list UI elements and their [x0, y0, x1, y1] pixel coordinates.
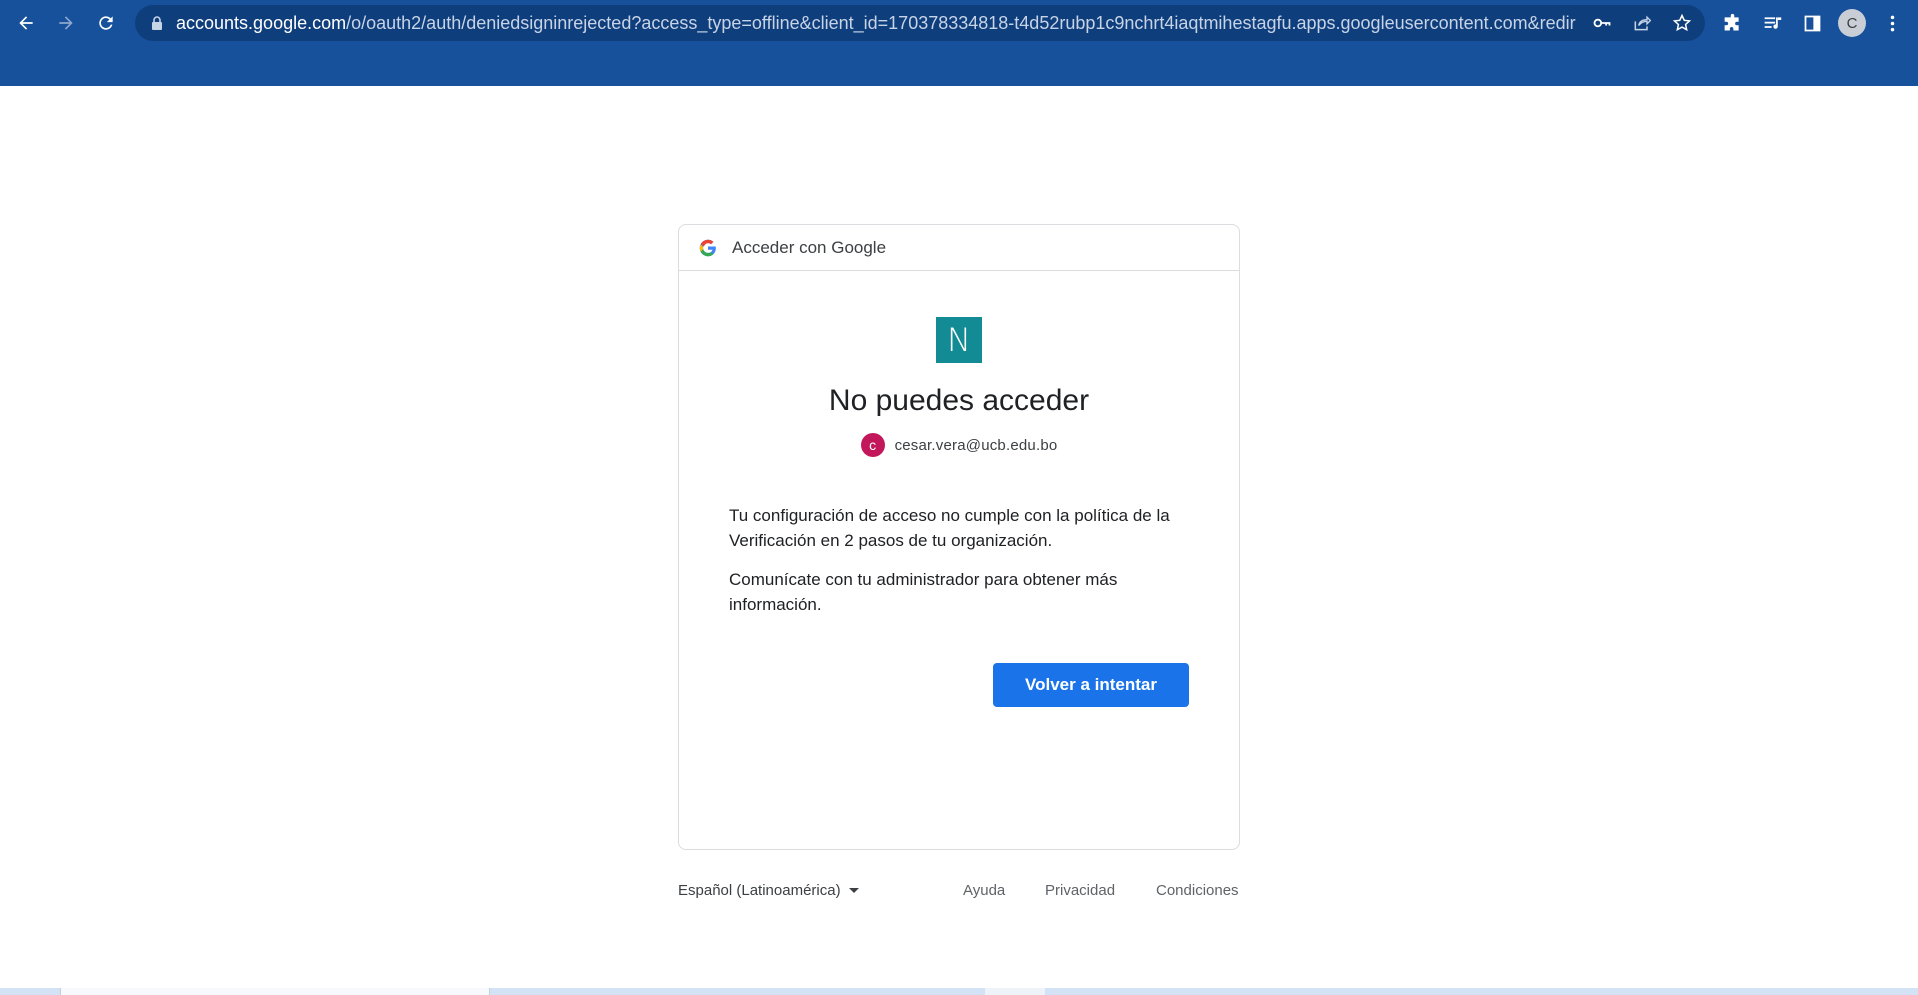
- back-icon[interactable]: [11, 8, 41, 38]
- reload-icon[interactable]: [91, 8, 121, 38]
- footer: Español (Latinoamérica) Ayuda Privacidad…: [678, 876, 1240, 906]
- account-chip[interactable]: c cesar.vera@ucb.edu.bo: [679, 433, 1239, 457]
- share-icon[interactable]: [1631, 12, 1653, 34]
- account-email: cesar.vera@ucb.edu.bo: [894, 436, 1058, 454]
- side-panel-icon[interactable]: [1797, 8, 1827, 38]
- taskbar-item[interactable]: [985, 988, 1045, 995]
- account-avatar: c: [860, 433, 885, 457]
- key-icon[interactable]: [1591, 12, 1613, 34]
- language-selector[interactable]: Español (Latinoamérica): [678, 882, 859, 899]
- extensions-icon[interactable]: [1717, 8, 1747, 38]
- card-header-title: Acceder con Google: [732, 238, 887, 257]
- retry-button[interactable]: Volver a intentar: [993, 663, 1189, 707]
- star-icon[interactable]: [1671, 12, 1693, 34]
- terms-link[interactable]: Condiciones: [1156, 882, 1239, 899]
- google-logo-icon: [699, 239, 716, 257]
- admin-contact-message: Comunícate con tu administrador para obt…: [729, 570, 1118, 614]
- menu-icon[interactable]: [1877, 8, 1907, 38]
- media-icon[interactable]: [1757, 8, 1787, 38]
- privacy-link[interactable]: Privacidad: [1045, 882, 1115, 899]
- lock-icon[interactable]: [149, 15, 165, 31]
- url-host: accounts.google.com: [176, 13, 347, 33]
- profile-avatar[interactable]: C: [1838, 9, 1866, 37]
- error-message: Tu configuración de acceso no cumple con…: [729, 506, 1170, 550]
- help-link[interactable]: Ayuda: [963, 882, 1005, 899]
- taskbar-item[interactable]: [60, 988, 490, 995]
- card-header: Acceder con Google: [679, 225, 1239, 271]
- language-label: Español (Latinoamérica): [678, 882, 841, 899]
- signin-card: Acceder con Google N No puedes acceder c…: [678, 224, 1240, 850]
- url-text[interactable]: accounts.google.com/o/oauth2/auth/denied…: [176, 5, 1576, 41]
- address-bar[interactable]: accounts.google.com/o/oauth2/auth/denied…: [135, 5, 1705, 41]
- app-logo: N: [936, 317, 982, 363]
- page-title: No puedes acceder: [828, 384, 1090, 417]
- browser-toolbar: accounts.google.com/o/oauth2/auth/denied…: [0, 0, 1918, 86]
- url-path: /o/oauth2/auth/deniedsigninrejected?acce…: [346, 13, 1576, 33]
- taskbar-strip: [0, 988, 1918, 995]
- dropdown-arrow-icon: [848, 888, 859, 893]
- forward-icon[interactable]: [51, 8, 81, 38]
